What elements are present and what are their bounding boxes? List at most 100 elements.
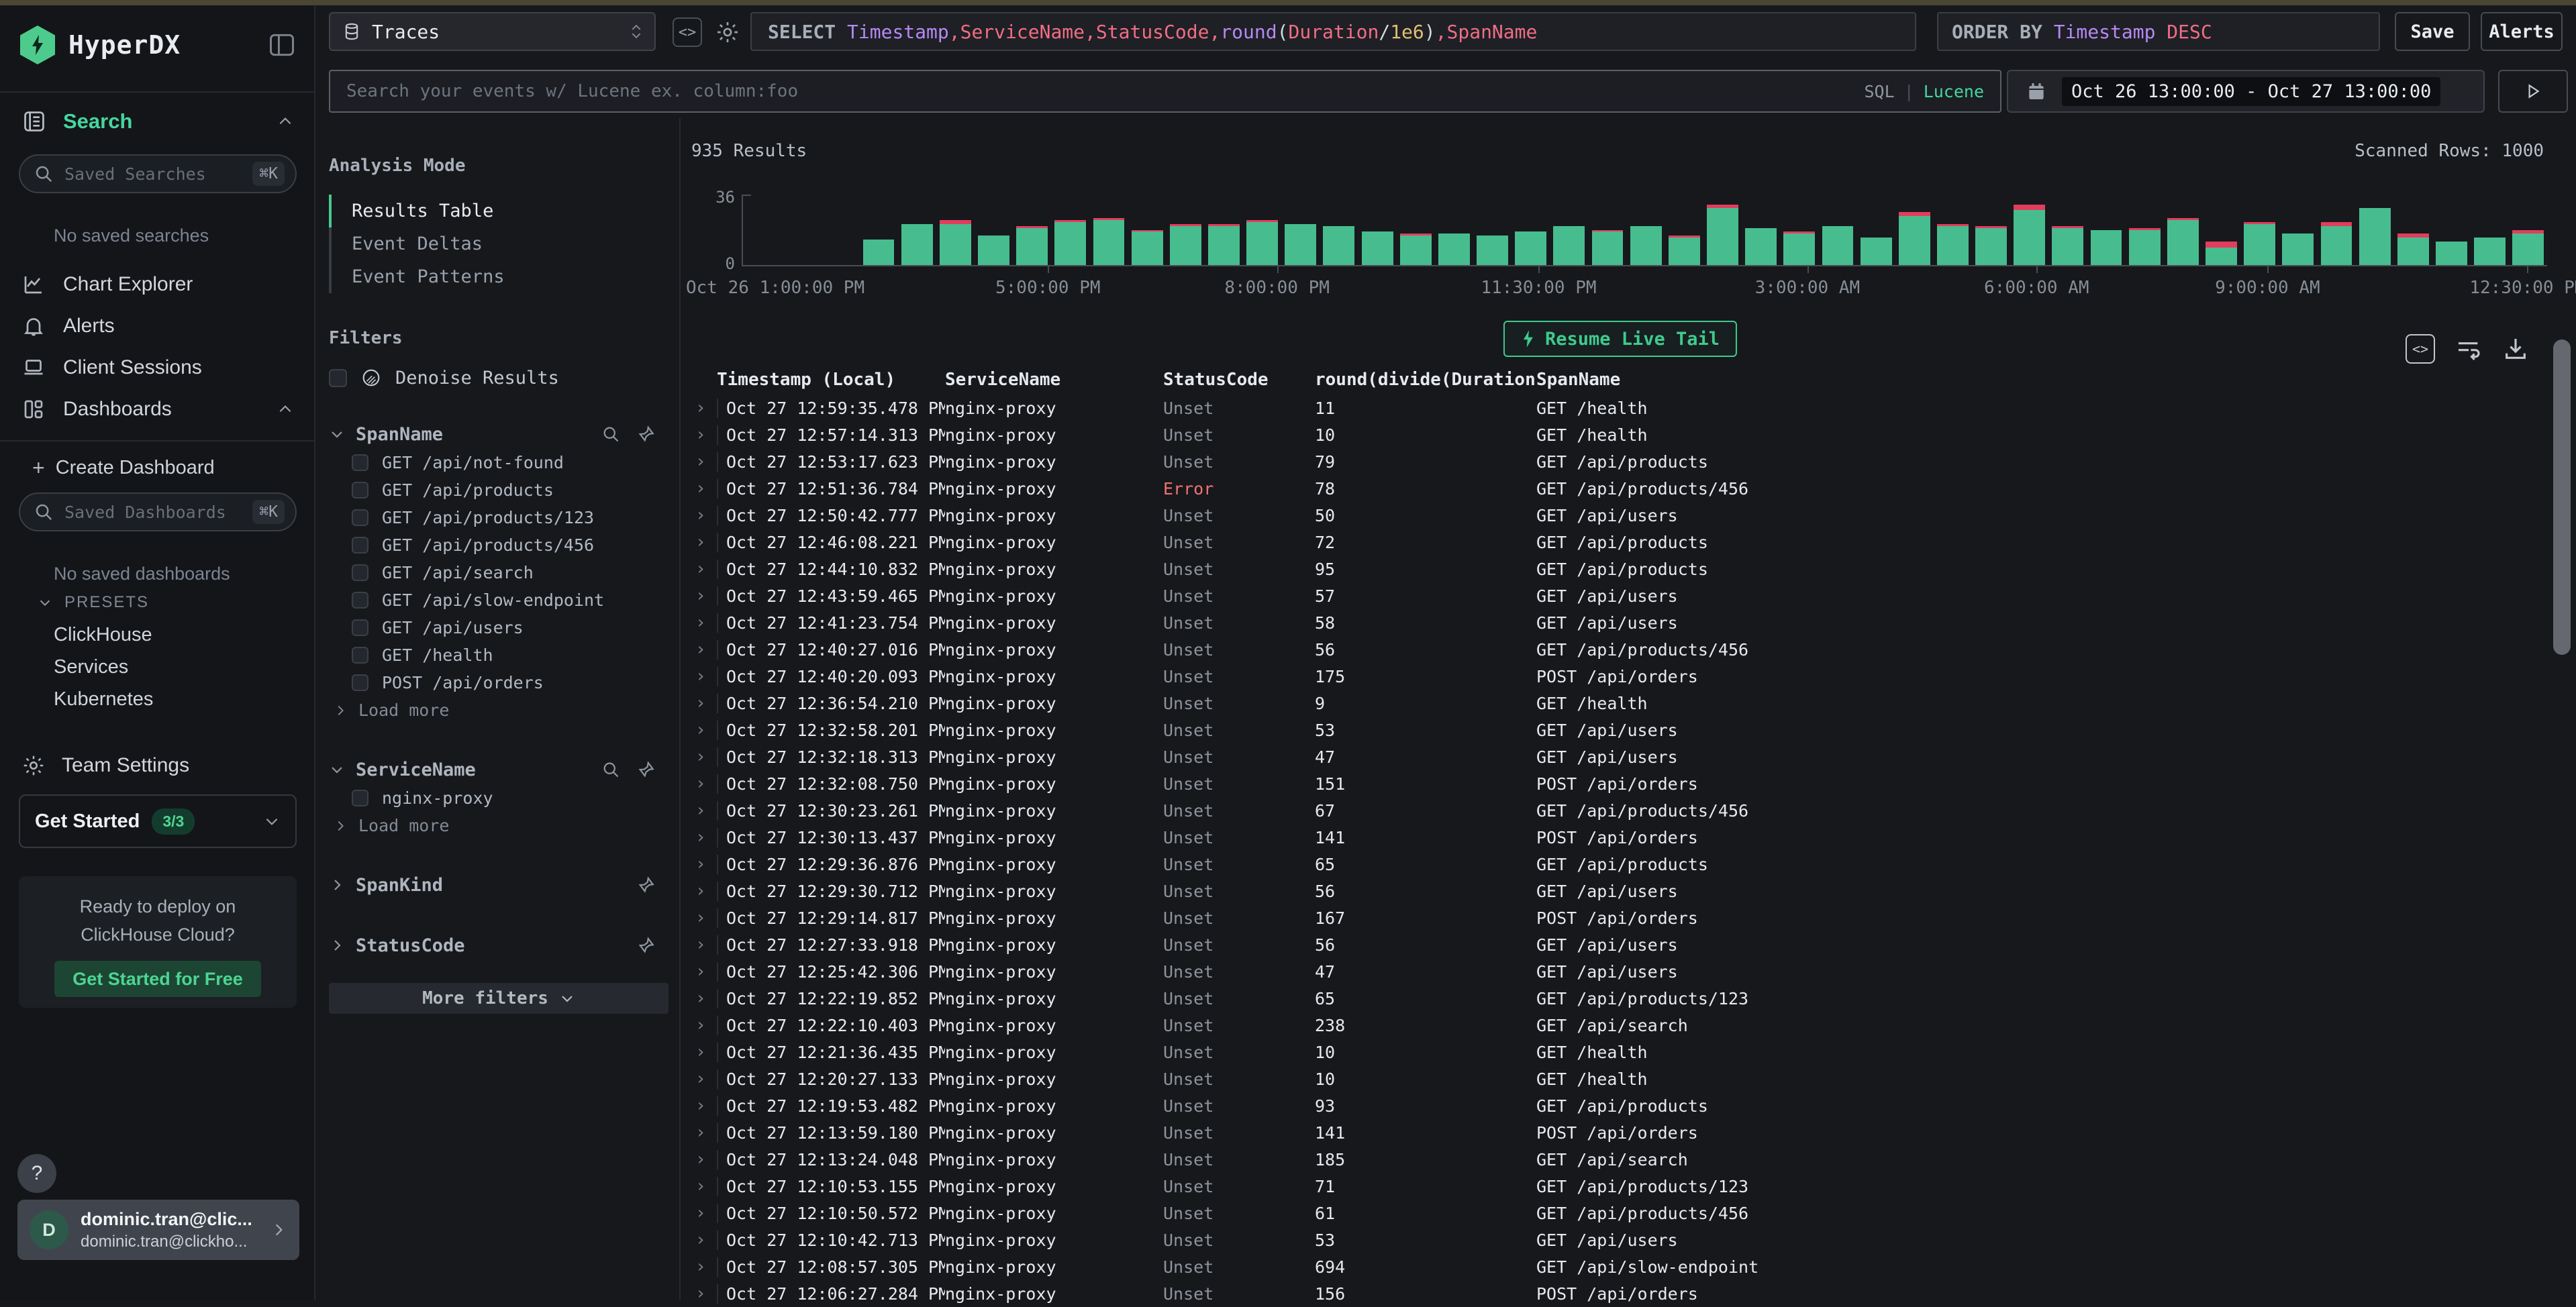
histogram-bar[interactable] xyxy=(1170,195,1201,265)
row-expand-icon[interactable]: › xyxy=(691,693,717,713)
filter-item[interactable]: GET /api/users xyxy=(329,614,679,641)
row-expand-icon[interactable]: › xyxy=(691,1176,717,1196)
histogram-bar[interactable] xyxy=(1592,195,1624,265)
query-settings-gear-icon[interactable] xyxy=(713,17,742,47)
filter-group-spanname[interactable]: SpanName xyxy=(329,419,679,449)
histogram-bar[interactable] xyxy=(2359,195,2391,265)
more-filters-button[interactable]: More filters xyxy=(329,983,668,1014)
row-expand-icon[interactable]: › xyxy=(691,988,717,1008)
histogram-bar[interactable] xyxy=(1093,195,1125,265)
table-row[interactable]: ›Oct 27 12:51:36.784 PMnginx-proxyError7… xyxy=(691,475,2549,502)
sidebar-item-dashboards[interactable]: Dashboards xyxy=(21,390,294,428)
histogram-bar[interactable] xyxy=(1054,195,1086,265)
row-expand-icon[interactable]: › xyxy=(691,1042,717,1062)
table-row[interactable]: ›Oct 27 12:32:58.201 PMnginx-proxyUnset5… xyxy=(691,717,2549,743)
row-expand-icon[interactable]: › xyxy=(691,1096,717,1116)
table-row[interactable]: ›Oct 27 12:13:24.048 PMnginx-proxyUnset1… xyxy=(691,1146,2549,1173)
row-expand-icon[interactable]: › xyxy=(691,961,717,982)
table-row[interactable]: ›Oct 27 12:32:08.750 PMnginx-proxyUnset1… xyxy=(691,770,2549,797)
histogram-bar[interactable] xyxy=(2167,195,2199,265)
checkbox[interactable] xyxy=(352,674,368,691)
table-row[interactable]: ›Oct 27 12:40:27.016 PMnginx-proxyUnset5… xyxy=(691,636,2549,663)
histogram-bar[interactable] xyxy=(1438,195,1470,265)
denoise-results-toggle[interactable]: Denoise Results xyxy=(329,367,679,388)
search-icon[interactable] xyxy=(601,425,620,443)
row-expand-icon[interactable]: › xyxy=(691,505,717,525)
row-expand-icon[interactable]: › xyxy=(691,613,717,633)
pin-icon[interactable] xyxy=(636,425,655,443)
checkbox[interactable] xyxy=(352,482,368,499)
table-row[interactable]: ›Oct 27 12:20:27.133 PMnginx-proxyUnset1… xyxy=(691,1065,2549,1092)
row-expand-icon[interactable]: › xyxy=(691,881,717,901)
histogram-bar[interactable] xyxy=(2512,195,2544,265)
help-button[interactable]: ? xyxy=(17,1154,56,1193)
date-range-picker[interactable]: Oct 26 13:00:00 - Oct 27 13:00:00 xyxy=(2007,70,2485,113)
row-expand-icon[interactable]: › xyxy=(691,747,717,767)
checkbox[interactable] xyxy=(352,509,368,526)
sql-mode-toggle[interactable]: SQL xyxy=(1864,82,1894,101)
histogram-bar[interactable] xyxy=(1783,195,1815,265)
sql-select-input[interactable]: SELECT Timestamp,ServiceName,StatusCode,… xyxy=(750,12,1916,51)
column-header-servicename[interactable]: ServiceName xyxy=(945,370,1163,390)
search-input[interactable]: Search your events w/ Lucene ex. column:… xyxy=(329,70,2001,113)
filter-item[interactable]: GET /health xyxy=(329,641,679,669)
lucene-mode-toggle[interactable]: Lucene xyxy=(1924,82,1984,101)
table-row[interactable]: ›Oct 27 12:30:13.437 PMnginx-proxyUnset1… xyxy=(691,824,2549,851)
histogram-bar[interactable] xyxy=(1477,195,1508,265)
presets-toggle[interactable]: PRESETS xyxy=(38,593,149,612)
row-expand-icon[interactable]: › xyxy=(691,1203,717,1223)
row-expand-icon[interactable]: › xyxy=(691,478,717,499)
filter-group-statuscode[interactable]: StatusCode xyxy=(329,931,679,960)
filter-group-spankind[interactable]: SpanKind xyxy=(329,870,679,900)
row-expand-icon[interactable]: › xyxy=(691,935,717,955)
pin-icon[interactable] xyxy=(636,876,655,894)
filter-item[interactable]: GET /api/not-found xyxy=(329,449,679,476)
user-menu[interactable]: D dominic.tran@clic... dominic.tran@clic… xyxy=(17,1200,299,1260)
histogram-bar[interactable] xyxy=(863,195,895,265)
table-row[interactable]: ›Oct 27 12:53:17.623 PMnginx-proxyUnset7… xyxy=(691,448,2549,475)
filter-item[interactable]: GET /api/slow-endpoint xyxy=(329,586,679,614)
row-expand-icon[interactable]: › xyxy=(691,586,717,606)
source-select[interactable]: Traces xyxy=(329,12,656,51)
sidebar-item-kubernetes[interactable]: Kubernetes xyxy=(54,684,153,714)
sidebar-item-services[interactable]: Services xyxy=(54,652,128,682)
column-header-spanname[interactable]: SpanName xyxy=(1536,370,2549,390)
histogram-bar[interactable] xyxy=(1132,195,1163,265)
table-row[interactable]: ›Oct 27 12:57:14.313 PMnginx-proxyUnset1… xyxy=(691,421,2549,448)
table-row[interactable]: ›Oct 27 12:41:23.754 PMnginx-proxyUnset5… xyxy=(691,609,2549,636)
histogram-bar[interactable] xyxy=(2282,195,2314,265)
alerts-button[interactable]: Alerts xyxy=(2481,12,2563,51)
table-row[interactable]: ›Oct 27 12:08:57.305 PMnginx-proxyUnset6… xyxy=(691,1253,2549,1280)
table-row[interactable]: ›Oct 27 12:29:14.817 PMnginx-proxyUnset1… xyxy=(691,904,2549,931)
filter-item[interactable]: nginx-proxy xyxy=(329,784,679,812)
row-expand-icon[interactable]: › xyxy=(691,639,717,660)
row-expand-icon[interactable]: › xyxy=(691,1230,717,1250)
load-more-spanname[interactable]: Load more xyxy=(329,696,679,724)
checkbox[interactable] xyxy=(352,647,368,664)
sidebar-item-client-sessions[interactable]: Client Sessions xyxy=(21,349,294,386)
save-button[interactable]: Save xyxy=(2395,12,2470,51)
histogram-bar[interactable] xyxy=(2244,195,2275,265)
histogram-bar[interactable] xyxy=(2397,195,2429,265)
row-expand-icon[interactable]: › xyxy=(691,854,717,874)
checkbox[interactable] xyxy=(352,454,368,471)
sidebar-collapse-icon[interactable] xyxy=(267,30,297,60)
text-wrap-icon[interactable] xyxy=(2455,335,2482,362)
row-expand-icon[interactable]: › xyxy=(691,1069,717,1089)
table-row[interactable]: ›Oct 27 12:44:10.832 PMnginx-proxyUnset9… xyxy=(691,556,2549,582)
table-row[interactable]: ›Oct 27 12:10:42.713 PMnginx-proxyUnset5… xyxy=(691,1226,2549,1253)
scrollbar-thumb[interactable] xyxy=(2553,339,2571,655)
sidebar-item-search[interactable]: Search xyxy=(21,106,294,137)
order-by-input[interactable]: ORDER BY Timestamp DESC xyxy=(1937,12,2380,51)
histogram-bar[interactable] xyxy=(1861,195,1892,265)
histogram-bar[interactable] xyxy=(901,195,933,265)
histogram-bar[interactable] xyxy=(2474,195,2506,265)
row-expand-icon[interactable]: › xyxy=(691,827,717,847)
sidebar-item-clickhouse[interactable]: ClickHouse xyxy=(54,620,152,649)
filter-item[interactable]: GET /api/products/456 xyxy=(329,531,679,559)
histogram-bar[interactable] xyxy=(1246,195,1278,265)
filter-item[interactable]: POST /api/orders xyxy=(329,669,679,696)
checkbox[interactable] xyxy=(352,790,368,806)
filter-item[interactable]: GET /api/search xyxy=(329,559,679,586)
checkbox[interactable] xyxy=(329,369,347,387)
